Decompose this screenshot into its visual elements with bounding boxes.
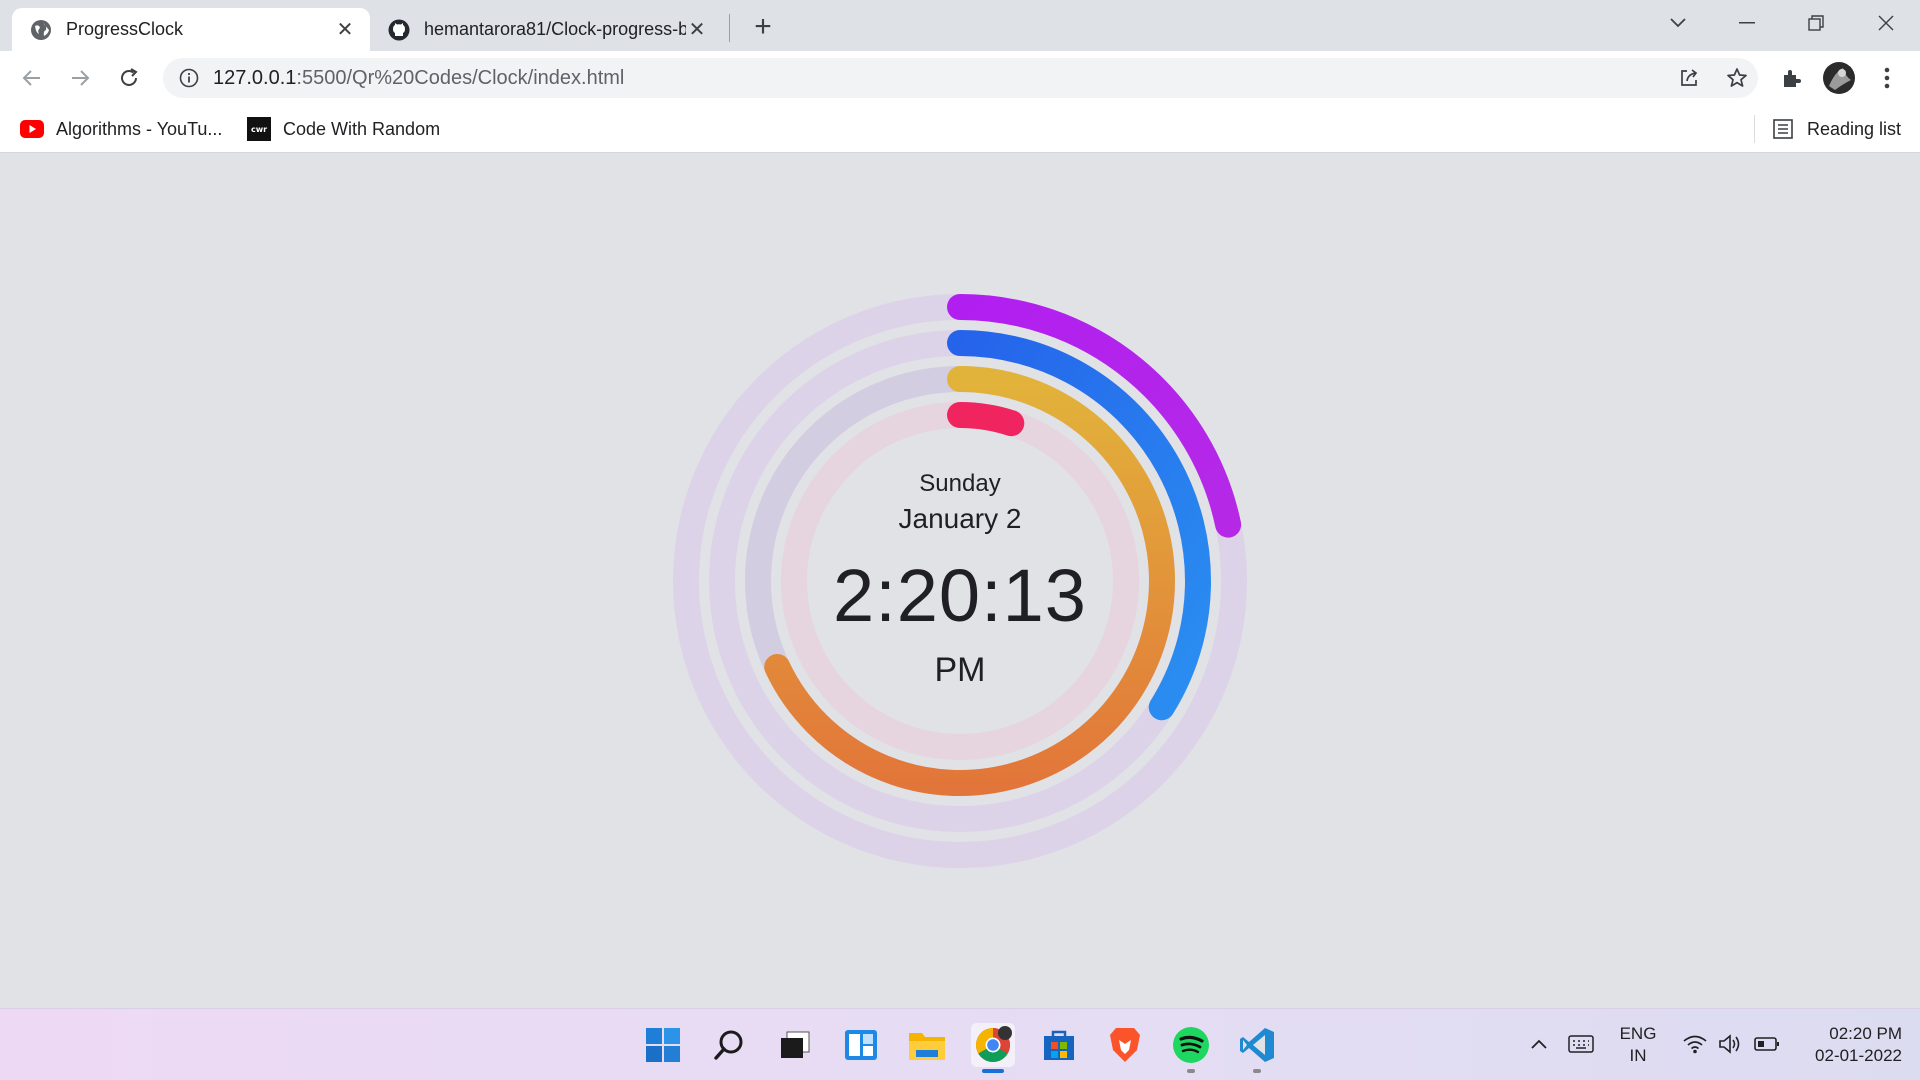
tab-github[interactable]: hemantarora81/Clock-progress-b ✕ bbox=[370, 8, 722, 51]
url-path: :5500/Qr%20Codes/Clock/index.html bbox=[296, 66, 625, 89]
bookmarks-separator bbox=[1754, 115, 1755, 143]
clock-time: 2:20:13 bbox=[833, 554, 1087, 637]
windows-start-icon[interactable] bbox=[641, 1023, 685, 1067]
tray-time: 02:20 PM bbox=[1829, 1024, 1902, 1043]
bookmark-code-with-random[interactable]: cwr Code With Random bbox=[247, 115, 440, 143]
reading-list-icon bbox=[1771, 119, 1795, 139]
close-tab-icon[interactable]: ✕ bbox=[334, 19, 356, 41]
taskbar: ENG IN 02:20 PM 02-01-2022 bbox=[0, 1008, 1920, 1080]
vscode-icon[interactable] bbox=[1235, 1023, 1279, 1073]
clock-day: Sunday bbox=[919, 470, 1001, 497]
battery-icon[interactable] bbox=[1752, 1029, 1782, 1059]
wifi-icon[interactable] bbox=[1680, 1029, 1710, 1059]
touch-keyboard-icon[interactable] bbox=[1566, 1029, 1596, 1059]
clock-ampm: PM bbox=[934, 651, 986, 689]
bookmarks-bar: Algorithms - YouTu... cwr Code With Rand… bbox=[0, 105, 1920, 153]
youtube-icon bbox=[20, 119, 44, 139]
svg-text:cwr: cwr bbox=[251, 125, 267, 134]
globe-icon bbox=[30, 19, 52, 41]
running-indicator bbox=[1253, 1069, 1261, 1073]
bookmark-algorithms[interactable]: Algorithms - YouTu... bbox=[20, 115, 222, 143]
tab-search-icon[interactable] bbox=[1658, 8, 1698, 38]
close-tab-icon[interactable]: ✕ bbox=[686, 19, 708, 41]
page-content: Sunday January 2 2:20:13 PM bbox=[0, 153, 1920, 1008]
clock-tray[interactable]: 02:20 PM 02-01-2022 bbox=[1790, 1023, 1902, 1067]
tab-progressclock[interactable]: ProgressClock ✕ bbox=[12, 8, 370, 51]
extensions-icon[interactable] bbox=[1774, 61, 1808, 95]
language-code: ENG bbox=[1619, 1024, 1657, 1043]
site-info-icon[interactable] bbox=[177, 66, 201, 90]
cwr-icon: cwr bbox=[247, 117, 271, 141]
menu-dots-icon[interactable] bbox=[1870, 61, 1904, 95]
running-indicator bbox=[1187, 1069, 1195, 1073]
forward-icon[interactable] bbox=[63, 61, 97, 95]
brave-icon[interactable] bbox=[1103, 1023, 1147, 1067]
github-icon bbox=[388, 19, 410, 41]
tab-title: ProgressClock bbox=[66, 19, 184, 39]
progress-clock: Sunday January 2 2:20:13 PM bbox=[670, 291, 1250, 871]
back-icon[interactable] bbox=[15, 61, 49, 95]
tab-separator bbox=[729, 14, 730, 42]
clock-readout: Sunday January 2 2:20:13 PM bbox=[670, 291, 1250, 871]
task-view-icon[interactable] bbox=[773, 1023, 817, 1067]
active-indicator bbox=[982, 1069, 1004, 1073]
restore-icon[interactable] bbox=[1796, 8, 1836, 38]
new-tab-icon[interactable]: + bbox=[748, 10, 778, 43]
chrome-icon[interactable] bbox=[971, 1023, 1015, 1073]
show-hidden-icons-icon[interactable] bbox=[1526, 1029, 1552, 1059]
reading-list-button[interactable]: Reading list bbox=[1771, 115, 1901, 143]
tab-strip: ProgressClock ✕ hemantarora81/Clock-prog… bbox=[0, 0, 1920, 51]
address-bar[interactable]: 127.0.0.1:5500/Qr%20Codes/Clock/index.ht… bbox=[163, 58, 1758, 98]
minimize-icon[interactable] bbox=[1727, 8, 1767, 38]
store-icon[interactable] bbox=[1037, 1023, 1081, 1067]
reading-list-label: Reading list bbox=[1807, 118, 1902, 139]
language-indicator[interactable]: ENG IN bbox=[1612, 1023, 1664, 1067]
search-icon[interactable] bbox=[707, 1023, 751, 1067]
browser-toolbar: 127.0.0.1:5500/Qr%20Codes/Clock/index.ht… bbox=[0, 51, 1920, 105]
share-icon[interactable] bbox=[1677, 66, 1701, 90]
volume-icon[interactable] bbox=[1716, 1029, 1746, 1059]
close-window-icon[interactable] bbox=[1866, 8, 1906, 38]
spotify-icon[interactable] bbox=[1169, 1023, 1213, 1073]
bookmark-star-icon[interactable] bbox=[1725, 66, 1749, 90]
clock-date: January 2 bbox=[898, 503, 1022, 534]
language-region: IN bbox=[1629, 1046, 1647, 1065]
url-host: 127.0.0.1 bbox=[213, 66, 297, 89]
tray-date: 02-01-2022 bbox=[1815, 1046, 1902, 1065]
avatar[interactable] bbox=[1822, 61, 1856, 95]
url-text[interactable]: 127.0.0.1:5500/Qr%20Codes/Clock/index.ht… bbox=[213, 67, 624, 90]
file-explorer-icon[interactable] bbox=[905, 1023, 949, 1067]
bookmark-label: Code With Random bbox=[283, 118, 441, 139]
tab-title: hemantarora81/Clock-progress-b bbox=[424, 19, 686, 39]
reload-icon[interactable] bbox=[112, 61, 146, 95]
bookmark-label: Algorithms - YouTu... bbox=[56, 118, 223, 139]
widgets-icon[interactable] bbox=[839, 1023, 883, 1067]
